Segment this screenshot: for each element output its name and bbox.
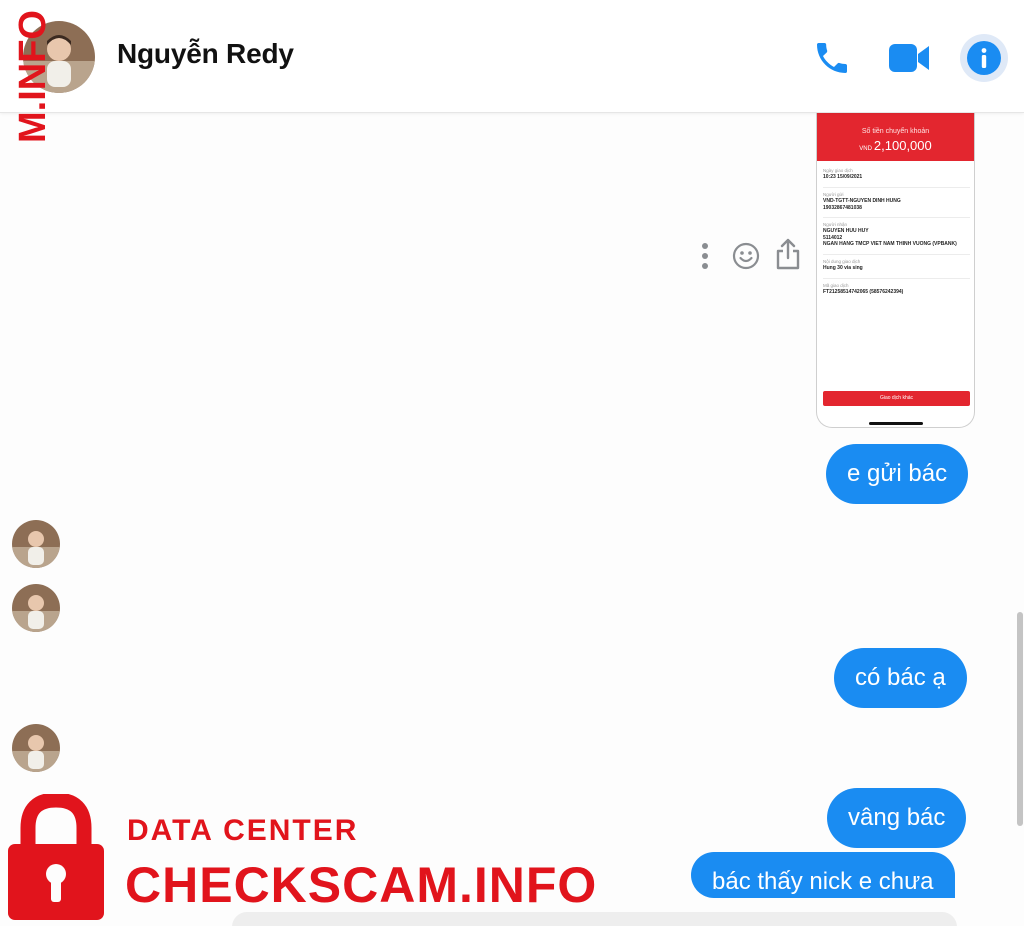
conversation-header: Nguyễn Redy bbox=[0, 0, 1024, 113]
watermark-site: CHECKSCAM.INFO bbox=[125, 857, 598, 913]
watermark-vertical: M.INFO bbox=[12, 0, 54, 150]
sender-avatar[interactable] bbox=[12, 724, 60, 772]
receipt-amount-header: Số tiền chuyển khoản VND 2,100,000 bbox=[817, 112, 974, 161]
message-bubble-outgoing[interactable]: vâng bác bbox=[827, 788, 967, 848]
padlock-icon bbox=[6, 792, 106, 922]
video-camera-icon[interactable] bbox=[884, 34, 934, 82]
info-icon[interactable] bbox=[960, 34, 1008, 82]
more-vertical-icon[interactable] bbox=[697, 240, 713, 272]
watermark-vertical-text: M.INFO bbox=[12, 10, 52, 143]
receipt-row: Nội dung giao dịch Hung 30 via sing bbox=[823, 258, 970, 279]
contact-name: Nguyễn Redy bbox=[117, 38, 294, 69]
phone-icon[interactable] bbox=[808, 34, 856, 82]
smiley-icon[interactable] bbox=[730, 240, 762, 272]
scrollbar-thumb[interactable] bbox=[1017, 612, 1023, 826]
receipt-amount: VND 2,100,000 bbox=[817, 138, 974, 153]
share-icon[interactable] bbox=[772, 236, 804, 272]
receipt-row: Người nhận NGUYEN HUU HUY 5114012 NGAN H… bbox=[823, 221, 970, 255]
shared-image-receipt[interactable]: Số tiền chuyển khoản VND 2,100,000 Ngày g… bbox=[816, 112, 975, 428]
receipt-row: Mã giao dịch FT21258514742065 (585762423… bbox=[823, 283, 904, 295]
message-bubble-outgoing[interactable]: e gửi bác bbox=[826, 444, 969, 504]
receipt-row: Người gửi VND-TGTT-NGUYEN DINH HUNG 1903… bbox=[823, 191, 970, 218]
watermark-data-center: DATA CENTER bbox=[127, 814, 359, 847]
sender-avatar[interactable] bbox=[12, 520, 60, 568]
receipt-other-transaction-button: Giao dịch khác bbox=[823, 391, 970, 406]
watermark-logo: DATA CENTER CHECKSCAM.INFO bbox=[0, 790, 620, 926]
message-bubble-outgoing[interactable]: có bác ạ bbox=[834, 648, 967, 708]
receipt-amount-label: Số tiền chuyển khoản bbox=[861, 128, 930, 135]
receipt-row: Ngày giao dịch 10:23 15/09/2021 bbox=[823, 167, 970, 188]
receipt-amount-value: 2,100,000 bbox=[873, 138, 932, 153]
home-indicator bbox=[869, 422, 923, 425]
message-bubble-outgoing[interactable]: bác thấy nick e chưa bbox=[691, 852, 955, 898]
receipt-currency: VND bbox=[859, 146, 872, 152]
sender-avatar[interactable] bbox=[12, 584, 60, 632]
